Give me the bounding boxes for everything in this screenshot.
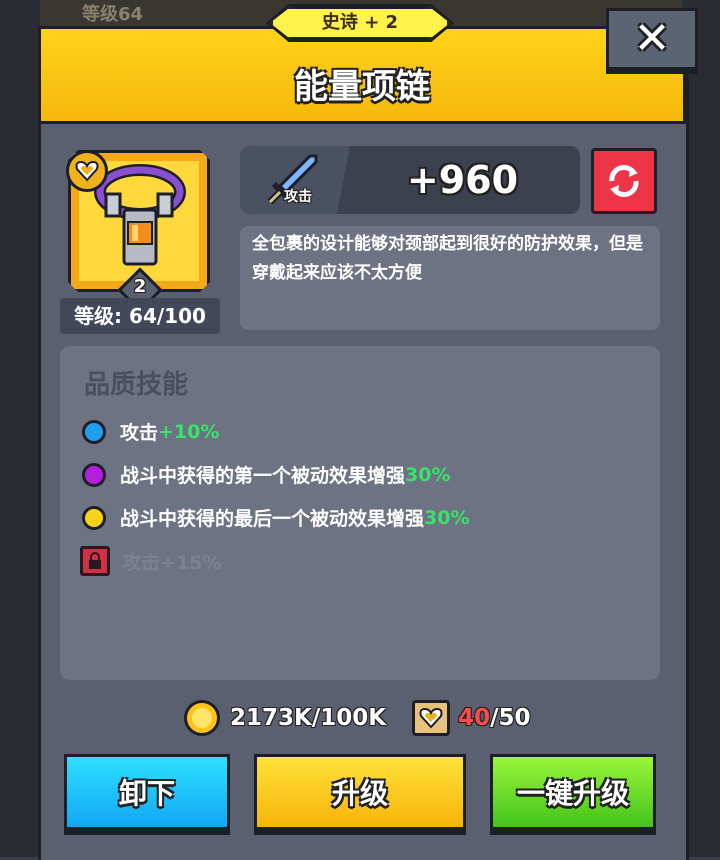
- item-title: 能量项链: [294, 67, 430, 107]
- item-description: 全包裹的设计能够对颈部起到很好的防护效果，但是穿戴起来应该不太方便: [252, 234, 643, 283]
- scroll-icon: [412, 700, 451, 736]
- quality-skills-title: 品质技能: [84, 370, 189, 400]
- upgrade-button[interactable]: 升级: [254, 754, 466, 830]
- stat-value: +960: [406, 158, 519, 202]
- star-level-text: 2: [133, 276, 147, 297]
- skill-row: 攻击 +10%: [82, 418, 219, 445]
- coin-icon: [184, 700, 220, 736]
- refresh-icon: [609, 165, 639, 197]
- stat-label: 攻击: [284, 189, 312, 205]
- skill-dot-icon: [82, 505, 106, 530]
- rarity-banner: 史诗 + 2: [270, 6, 450, 40]
- skill-dot-icon: [82, 419, 106, 444]
- skill-row: 战斗中获得的最后一个被动效果增强 30%: [82, 504, 470, 531]
- skill-row-locked: 攻击+15%: [80, 546, 221, 576]
- heart-badge-icon: [66, 150, 108, 192]
- skill-value: +10%: [158, 420, 220, 443]
- background-left: [0, 0, 40, 857]
- unequip-button[interactable]: 卸下: [64, 754, 230, 830]
- skill-text: 战斗中获得的第一个被动效果增强: [120, 465, 406, 487]
- skill-text: 战斗中获得的最后一个被动效果增强: [120, 508, 425, 530]
- coin-amount: 2173K/100K: [230, 705, 387, 731]
- background-level-text: 等级64: [82, 4, 144, 25]
- skill-value: 30%: [405, 463, 451, 486]
- upgrade-all-button[interactable]: 一键升级: [490, 754, 656, 830]
- skill-value: 30%: [424, 506, 470, 529]
- lock-icon: [80, 546, 110, 576]
- skill-text: 攻击: [120, 422, 159, 444]
- close-button[interactable]: ✕: [606, 8, 698, 70]
- skill-row: 战斗中获得的第一个被动效果增强 30%: [82, 461, 451, 488]
- item-level: 等级: 64/100: [60, 298, 220, 334]
- skill-text-locked: 攻击+15%: [122, 551, 222, 574]
- swap-button[interactable]: [591, 148, 657, 214]
- close-icon: ✕: [633, 13, 671, 64]
- necklace-icon: [92, 160, 192, 279]
- skill-dot-icon: [82, 462, 106, 487]
- scroll-amount: 40/50: [458, 705, 531, 731]
- upgrade-cost: 2173K/100K 40/50: [184, 698, 531, 738]
